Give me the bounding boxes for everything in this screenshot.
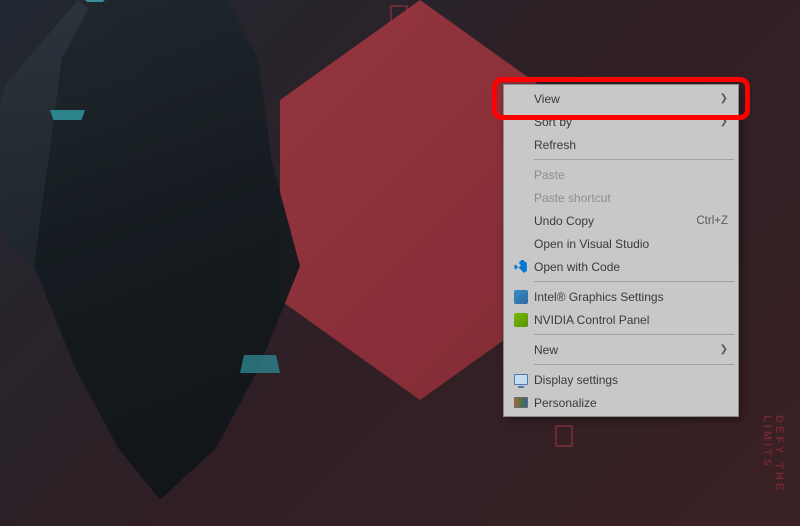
menu-icon-empty: [510, 190, 532, 206]
menu-item-open-visual-studio[interactable]: Open in Visual Studio: [506, 232, 736, 255]
menu-icon-empty: [510, 114, 532, 130]
menu-item-refresh[interactable]: Refresh: [506, 133, 736, 156]
chevron-right-icon: ❯: [718, 116, 728, 127]
wallpaper-figure: [0, 0, 380, 520]
menu-separator: [534, 159, 734, 160]
chevron-right-icon: ❯: [718, 93, 728, 104]
menu-icon-empty: [510, 236, 532, 252]
menu-item-paste-shortcut: Paste shortcut: [506, 186, 736, 209]
wallpaper-side-text: DEFY THE LIMITS: [761, 415, 785, 526]
menu-label: Intel® Graphics Settings: [532, 290, 728, 304]
menu-item-undo-copy[interactable]: Undo Copy Ctrl+Z: [506, 209, 736, 232]
menu-label: Sort by: [532, 115, 718, 129]
nvidia-icon: [510, 312, 532, 328]
personalize-icon: [510, 395, 532, 411]
menu-shortcut: Ctrl+Z: [696, 215, 728, 227]
chevron-right-icon: ❯: [718, 344, 728, 355]
menu-label: Undo Copy: [532, 214, 696, 228]
wallpaper-marker-icon: [555, 425, 573, 447]
menu-label: View: [532, 92, 718, 106]
menu-label: Display settings: [532, 373, 728, 387]
menu-item-personalize[interactable]: Personalize: [506, 391, 736, 414]
intel-icon: [510, 289, 532, 305]
menu-item-open-with-code[interactable]: Open with Code: [506, 255, 736, 278]
wallpaper-marker-icon: [390, 5, 408, 27]
menu-icon-empty: [510, 342, 532, 358]
menu-label: New: [532, 343, 718, 357]
menu-label: Refresh: [532, 138, 728, 152]
menu-item-sort-by[interactable]: Sort by ❯: [506, 110, 736, 133]
menu-icon-empty: [510, 137, 532, 153]
desktop-context-menu: View ❯ Sort by ❯ Refresh Paste Paste sho…: [503, 84, 739, 417]
menu-separator: [534, 364, 734, 365]
menu-label: Personalize: [532, 396, 728, 410]
menu-label: Paste shortcut: [532, 191, 728, 205]
menu-item-view[interactable]: View ❯: [506, 87, 736, 110]
menu-label: NVIDIA Control Panel: [532, 313, 728, 327]
menu-item-paste: Paste: [506, 163, 736, 186]
menu-label: Paste: [532, 168, 728, 182]
menu-icon-empty: [510, 91, 532, 107]
menu-label: Open with Code: [532, 260, 728, 274]
vscode-icon: [510, 259, 532, 275]
menu-label: Open in Visual Studio: [532, 237, 728, 251]
menu-item-nvidia-control-panel[interactable]: NVIDIA Control Panel: [506, 308, 736, 331]
menu-icon-empty: [510, 213, 532, 229]
menu-item-display-settings[interactable]: Display settings: [506, 368, 736, 391]
menu-separator: [534, 281, 734, 282]
menu-icon-empty: [510, 167, 532, 183]
display-icon: [510, 372, 532, 388]
menu-separator: [534, 334, 734, 335]
menu-item-intel-graphics[interactable]: Intel® Graphics Settings: [506, 285, 736, 308]
menu-item-new[interactable]: New ❯: [506, 338, 736, 361]
